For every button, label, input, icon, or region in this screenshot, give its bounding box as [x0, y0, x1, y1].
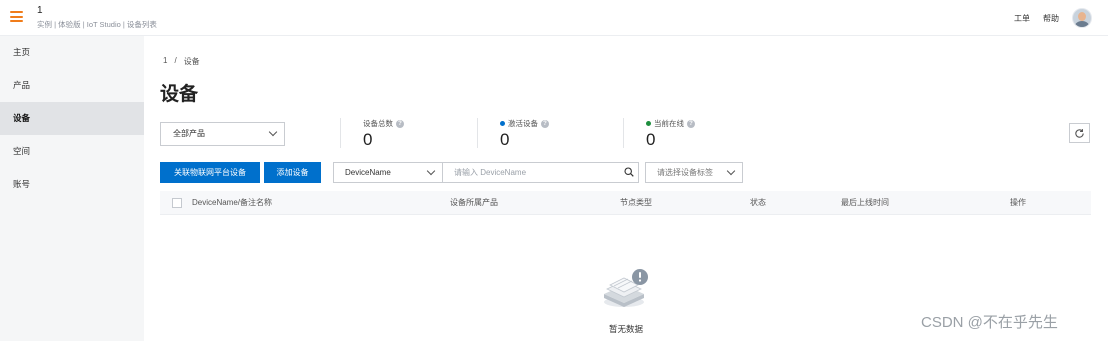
activated-dot-icon	[500, 121, 505, 126]
product-filter-select[interactable]: 全部产品	[160, 122, 285, 146]
stat-total-value: 0	[363, 130, 373, 149]
online-dot-icon	[646, 121, 651, 126]
sidebar-item-spaces[interactable]: 空间	[0, 135, 144, 168]
column-header-status[interactable]: 状态	[750, 191, 766, 215]
column-header-actions: 操作	[1010, 198, 1026, 207]
stat-online-text: 当前在线	[654, 119, 684, 128]
device-tag-select[interactable]: 请选择设备标签	[645, 162, 743, 183]
empty-state-text: 暂无数据	[608, 324, 643, 334]
breadcrumb-root[interactable]: 1	[163, 56, 167, 67]
sidebar-item-accounts[interactable]: 账号	[0, 168, 144, 201]
sidebar-item-products[interactable]: 产品	[0, 69, 144, 102]
breadcrumb-current: 设备	[183, 57, 200, 66]
top-bar: 1 实例 | 体验版 | IoT Studio | 设备列表 工单 帮助	[0, 0, 1108, 36]
table-header: DeviceName/备注名称 设备所属产品 节点类型 状态 最后上线时间 操作	[160, 191, 1091, 215]
refresh-button[interactable]	[1069, 123, 1090, 143]
app-subtitle: 实例 | 体验版 | IoT Studio | 设备列表	[37, 20, 157, 29]
watermark: CSDN @不在乎先生	[921, 314, 1058, 331]
stat-online-label: 当前在线 ?	[646, 118, 695, 129]
device-tag-placeholder: 请选择设备标签	[657, 168, 713, 177]
ticket-link[interactable]: 工单	[1014, 13, 1030, 24]
help-icon[interactable]: ?	[396, 119, 404, 128]
product-filter-value: 全部产品	[173, 129, 205, 138]
sidebar-item-home[interactable]: 主页	[0, 36, 144, 69]
sidebar-item-devices[interactable]: 设备	[0, 102, 144, 135]
stat-activated-value: 0	[500, 130, 510, 149]
help-link[interactable]: 帮助	[1043, 13, 1059, 24]
stat-total-text: 设备总数	[363, 119, 393, 128]
refresh-icon	[1075, 128, 1084, 138]
avatar[interactable]	[1072, 8, 1092, 28]
stat-divider	[477, 118, 478, 148]
search-icon[interactable]	[624, 167, 634, 177]
column-header-device-name[interactable]: DeviceName/备注名称	[192, 191, 272, 215]
stat-activated-label: 激活设备 ?	[500, 118, 549, 129]
column-header-node-type[interactable]: 节点类型	[620, 191, 652, 215]
sidebar: 主页 产品 设备 空间 账号	[0, 36, 144, 341]
help-icon[interactable]: ?	[687, 119, 695, 128]
stat-divider	[340, 118, 341, 148]
page-title: 设备	[160, 84, 199, 105]
stat-online-value: 0	[646, 130, 656, 149]
app-title: 1	[37, 5, 43, 16]
search-field-value: DeviceName	[345, 168, 391, 177]
help-icon[interactable]: ?	[541, 119, 549, 128]
search-input[interactable]	[442, 162, 639, 183]
select-all-checkbox[interactable]	[172, 198, 182, 208]
stat-divider	[623, 118, 624, 148]
associate-device-button[interactable]: 关联物联网平台设备	[160, 162, 260, 183]
breadcrumb: 1 / 设备	[163, 56, 200, 67]
add-device-button[interactable]: 添加设备	[264, 162, 321, 183]
breadcrumb-separator: /	[174, 56, 177, 65]
chevron-down-icon	[426, 166, 436, 176]
column-header-product[interactable]: 设备所属产品	[450, 191, 498, 215]
column-header-last-online[interactable]: 最后上线时间	[841, 191, 889, 215]
menu-icon[interactable]	[10, 11, 23, 22]
stat-activated-text: 激活设备	[508, 119, 538, 128]
chevron-down-icon	[268, 127, 278, 137]
stat-total-label: 设备总数 ?	[363, 118, 404, 129]
search-field-select[interactable]: DeviceName	[333, 162, 443, 183]
empty-data-icon	[604, 269, 648, 307]
chevron-down-icon	[726, 166, 736, 176]
